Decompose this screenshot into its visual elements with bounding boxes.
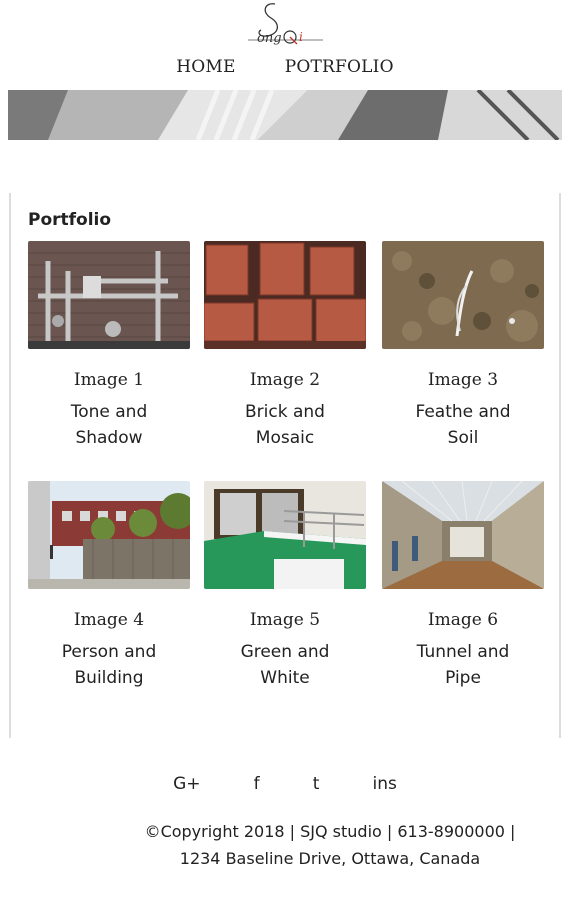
- instagram-link[interactable]: ins: [373, 774, 397, 794]
- nav-home[interactable]: HOME: [176, 57, 235, 77]
- image-5-caption: Image 5: [249, 610, 321, 630]
- image-6-caption: Image 6: [427, 610, 499, 630]
- image-2-caption: Image 2: [249, 370, 321, 390]
- portfolio-card-4[interactable]: Image 4 Person and Building: [28, 481, 190, 691]
- svg-text:ong: ong: [257, 31, 282, 46]
- portfolio-card-2[interactable]: Image 2 Brick and Mosaic: [204, 241, 366, 451]
- social-links: G+ f t ins: [0, 774, 570, 794]
- image-3-description: Feathe and Soil: [415, 402, 511, 448]
- image-6-thumbnail[interactable]: [382, 481, 544, 589]
- hero-banner: [8, 90, 562, 140]
- image-6-description: Tunnel and Pipe: [416, 642, 510, 688]
- image-1-caption: Image 1: [73, 370, 145, 390]
- site-logo[interactable]: ong i: [245, 0, 327, 50]
- portfolio-card-5[interactable]: Image 5 Green and White: [204, 481, 366, 691]
- image-5-thumbnail[interactable]: [204, 481, 366, 589]
- twitter-link[interactable]: t: [313, 774, 320, 794]
- svg-text:i: i: [299, 30, 303, 44]
- image-1-description: Tone and Shadow: [70, 402, 148, 448]
- portfolio-panel: Portfolio Image 1 Tone and Shadow Image …: [9, 193, 561, 738]
- footer-address: 1234 Baseline Drive, Ottawa, Canada: [179, 849, 481, 868]
- image-3-caption: Image 3: [427, 370, 499, 390]
- image-4-caption: Image 4: [73, 610, 145, 630]
- image-4-thumbnail[interactable]: [28, 481, 190, 589]
- site-footer: ©Copyright 2018 | SJQ studio | 613-89000…: [100, 818, 560, 872]
- portfolio-title: Portfolio: [28, 210, 112, 230]
- image-5-description: Green and White: [240, 642, 330, 688]
- google-plus-link[interactable]: G+: [173, 774, 200, 794]
- image-4-description: Person and Building: [61, 642, 157, 688]
- image-3-thumbnail[interactable]: [382, 241, 544, 349]
- nav-portfolio[interactable]: POTRFOLIO: [285, 57, 394, 77]
- facebook-link[interactable]: f: [254, 774, 260, 794]
- image-2-thumbnail[interactable]: [204, 241, 366, 349]
- image-1-thumbnail[interactable]: [28, 241, 190, 349]
- footer-copyright: ©Copyright 2018 | SJQ studio | 613-89000…: [144, 822, 516, 841]
- main-nav: HOME POTRFOLIO: [0, 57, 570, 77]
- portfolio-card-6[interactable]: Image 6 Tunnel and Pipe: [382, 481, 544, 691]
- portfolio-card-3[interactable]: Image 3 Feathe and Soil: [382, 241, 544, 451]
- portfolio-card-1[interactable]: Image 1 Tone and Shadow: [28, 241, 190, 451]
- image-2-description: Brick and Mosaic: [245, 402, 325, 448]
